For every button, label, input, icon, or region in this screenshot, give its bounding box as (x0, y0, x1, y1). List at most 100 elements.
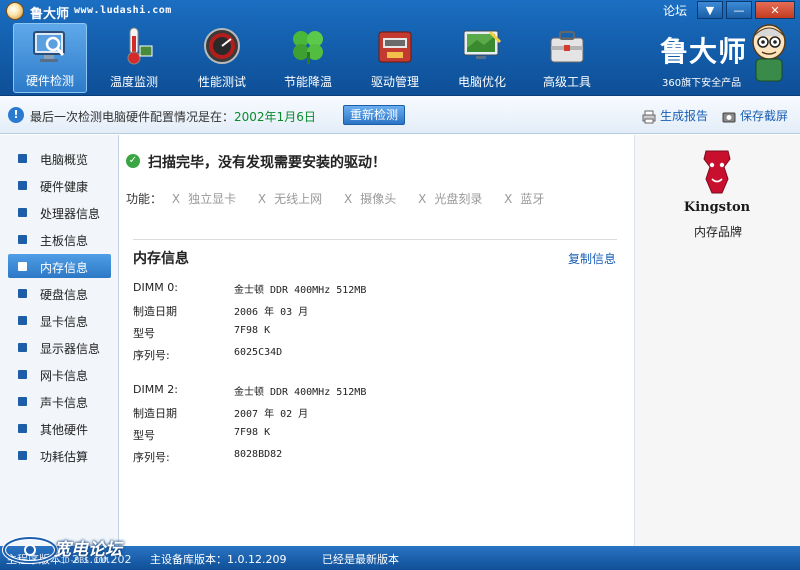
tool-label: 驱动管理 (370, 75, 419, 89)
brand-area: 鲁大师 360旗下安全产品 (660, 24, 796, 90)
sidebar-item-sound[interactable]: 声卡信息 (8, 389, 111, 413)
sidebar-item-gpu[interactable]: 显卡信息 (8, 308, 111, 332)
feature-label: 光盘刻录 (434, 192, 483, 206)
feature-item: X 光盘刻录 (418, 192, 482, 206)
menu-dropdown-button[interactable]: ▼ (697, 1, 723, 19)
bullet-icon (18, 397, 27, 406)
tool-performance[interactable]: 性能测试 (185, 23, 259, 93)
recheck-button[interactable]: 重新检测 (343, 105, 405, 125)
optimize-monitor-icon (463, 30, 502, 59)
sidebar-item-label: 主板信息 (40, 234, 89, 248)
tool-energy-saving[interactable]: 节能降温 (271, 23, 345, 93)
sidebar-item-label: 网卡信息 (40, 369, 89, 383)
sidebar-item-overview[interactable]: 电脑概览 (8, 146, 111, 170)
sidebar-item-monitor[interactable]: 显示器信息 (8, 335, 111, 359)
feature-item: X 独立显卡 (172, 192, 236, 206)
info-bar: ! 最后一次检测电脑硬件配置情况是在：2002年1月6日 重新检测 生成报告 保… (0, 96, 800, 134)
tool-advanced[interactable]: 高级工具 (530, 23, 604, 93)
memory-key: DIMM 2: (133, 383, 178, 396)
memory-key: 制造日期 (133, 305, 177, 318)
last-check-label: 最后一次检测电脑硬件配置情况是在： (30, 110, 235, 124)
x-icon: X (504, 192, 513, 206)
kingston-logo-icon: Kingston (684, 150, 750, 215)
bullet-icon (18, 343, 27, 352)
bullet-icon (18, 370, 27, 379)
watermark-subtext: JD-BBS.COM (60, 556, 109, 565)
bullet-icon (18, 181, 27, 190)
bullet-icon (18, 424, 27, 433)
memory-key: 序列号: (133, 349, 170, 362)
tool-temperature[interactable]: 温度监测 (97, 23, 171, 93)
tool-hardware-detect[interactable]: 硬件检测 (13, 23, 87, 93)
speedometer-icon (204, 28, 240, 64)
app-title: 鲁大师 (30, 7, 70, 22)
sidebar-item-motherboard[interactable]: 主板信息 (8, 227, 111, 251)
thermometer-icon (127, 27, 153, 65)
tool-label: 性能测试 (197, 75, 246, 89)
sidebar-item-label: 功耗估算 (40, 450, 89, 464)
copy-info-link[interactable]: 复制信息 (568, 250, 616, 267)
close-icon: ✕ (770, 3, 780, 17)
feature-label: 无线上网 (274, 192, 323, 206)
mascot-icon (752, 24, 786, 82)
monitor-magnifier-icon (33, 31, 65, 62)
sidebar-item-cpu[interactable]: 处理器信息 (8, 200, 111, 224)
tool-label: 节能降温 (283, 75, 332, 89)
close-button[interactable]: ✕ (755, 1, 795, 19)
sidebar-item-label: 硬件健康 (40, 180, 89, 194)
sidebar-item-label: 其他硬件 (40, 423, 89, 437)
sidebar-item-memory[interactable]: 内存信息 (8, 254, 111, 278)
divider (133, 239, 617, 240)
memory-key: 序列号: (133, 451, 170, 464)
memory-key: DIMM 0: (133, 281, 178, 294)
scan-result-message: 扫描完毕，没有发现需要安装的驱动！ (148, 155, 386, 171)
sidebar: 电脑概览 硬件健康 处理器信息 主板信息 内存信息 硬盘信息 显卡信息 显示器信… (0, 135, 119, 546)
feature-label: 摄像头 (360, 192, 397, 206)
memory-value: 金士顿 DDR 400MHz 512MB (234, 285, 367, 296)
feature-item: X 无线上网 (258, 192, 322, 206)
sidebar-item-label: 显卡信息 (40, 315, 89, 329)
sidebar-item-label: 电脑概览 (40, 153, 89, 167)
memory-brand-label: 内存品牌 (693, 225, 742, 239)
x-icon: X (257, 192, 267, 206)
memory-value: 金士顿 DDR 400MHz 512MB (234, 387, 367, 398)
tool-driver-manage[interactable]: 驱动管理 (358, 23, 432, 93)
tool-case-icon (550, 31, 584, 63)
sidebar-item-other[interactable]: 其他硬件 (8, 416, 111, 440)
bullet-icon (18, 289, 27, 298)
memory-value: 2006 年 03 月 (234, 307, 309, 318)
bullet-icon (18, 208, 27, 217)
bullet-icon (18, 262, 27, 271)
sidebar-item-disk[interactable]: 硬盘信息 (8, 281, 111, 305)
feature-item: X 摄像头 (344, 192, 396, 206)
last-check-message: 最后一次检测电脑硬件配置情况是在：2002年1月6日 (30, 108, 316, 125)
sidebar-item-health[interactable]: 硬件健康 (8, 173, 111, 197)
section-title: 内存信息 (133, 251, 189, 267)
chevron-down-icon: ▼ (705, 3, 715, 17)
app-url: www.ludashi.com (74, 5, 172, 16)
memory-key: 制造日期 (133, 407, 177, 420)
top-banner: 鲁大师 www.ludashi.com 论坛 ▼ — ✕ 硬件检测 温度监测 性… (0, 0, 800, 96)
app-logo-icon (6, 2, 24, 20)
tool-label: 高级工具 (542, 75, 591, 89)
update-status: 已经是最新版本 (322, 553, 399, 566)
x-icon: X (171, 192, 181, 206)
info-icon: ! (8, 107, 24, 123)
bullet-icon (18, 451, 27, 460)
sidebar-item-power[interactable]: 功耗估算 (8, 443, 111, 467)
minimize-button[interactable]: — (726, 1, 752, 19)
title-bar: 鲁大师 www.ludashi.com 论坛 ▼ — ✕ (0, 0, 800, 22)
memory-value: 8028BD82 (234, 449, 283, 460)
sidebar-item-label: 内存信息 (40, 261, 89, 275)
minimize-icon: — (733, 3, 745, 17)
features-label: 功能： (126, 192, 163, 206)
generate-report-button[interactable]: 生成报告 (642, 107, 708, 124)
printer-icon (642, 110, 656, 123)
feature-label: 独立显卡 (188, 192, 237, 206)
sidebar-item-network[interactable]: 网卡信息 (8, 362, 111, 386)
save-screenshot-button[interactable]: 保存截屏 (722, 107, 788, 124)
features-line: 功能： X 独立显卡 X 无线上网 X 摄像头 X 光盘刻录 X 蓝牙 (126, 190, 544, 207)
forum-link[interactable]: 论坛 (663, 2, 687, 19)
tool-pc-optimize[interactable]: 电脑优化 (445, 23, 519, 93)
memory-value: 7F98 K (234, 325, 271, 336)
